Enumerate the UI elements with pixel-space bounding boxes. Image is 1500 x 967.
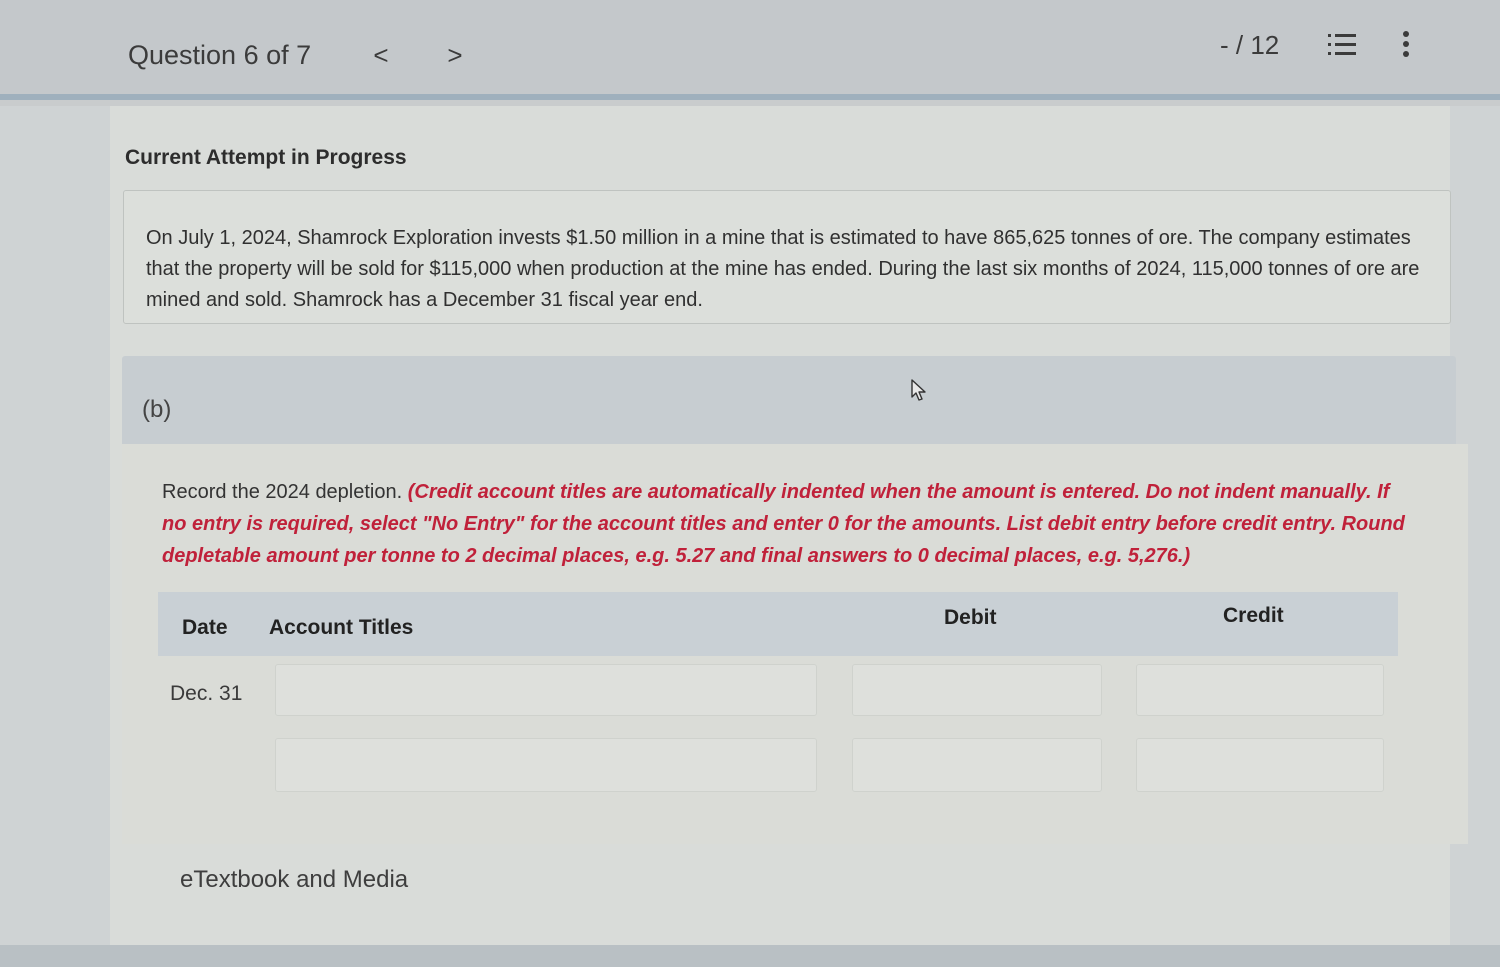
- next-question-button[interactable]: >: [440, 38, 470, 72]
- attempt-status: Current Attempt in Progress: [125, 146, 407, 169]
- part-label: (b): [142, 396, 172, 423]
- list-icon[interactable]: [1326, 30, 1358, 60]
- header-credit: Credit: [1223, 604, 1284, 627]
- instruction-text: Record the 2024 depletion.: [162, 481, 408, 503]
- chevron-left-icon: <: [373, 40, 389, 70]
- question-header: Question 6 of 7 < > - / 12: [0, 0, 1500, 100]
- row-2-account-input[interactable]: [275, 738, 817, 792]
- row-1-date: Dec. 31: [170, 682, 243, 705]
- row-1-debit-input[interactable]: [852, 664, 1102, 716]
- row-2-debit-input[interactable]: [852, 738, 1102, 792]
- problem-statement-box: On July 1, 2024, Shamrock Exploration in…: [123, 190, 1451, 324]
- part-instructions: Record the 2024 depletion. (Credit accou…: [162, 476, 1412, 572]
- part-header: (b): [122, 356, 1456, 444]
- header-date: Date: [182, 616, 228, 639]
- row-1-account-input[interactable]: [275, 664, 817, 716]
- mouse-cursor-icon: [911, 379, 926, 401]
- previous-question-button[interactable]: <: [366, 38, 396, 72]
- question-counter: Question 6 of 7: [128, 40, 312, 70]
- journal-table-header: Date Account Titles Debit Credit: [158, 592, 1398, 656]
- more-vertical-icon[interactable]: [1394, 28, 1418, 60]
- taskbar: [0, 945, 1500, 967]
- row-1-credit-input[interactable]: [1136, 664, 1384, 716]
- chevron-right-icon: >: [447, 40, 463, 70]
- problem-text: On July 1, 2024, Shamrock Exploration in…: [146, 227, 1420, 311]
- etextbook-media-link[interactable]: eTextbook and Media: [180, 866, 408, 894]
- row-2-credit-input[interactable]: [1136, 738, 1384, 792]
- score-display: - / 12: [1220, 30, 1280, 60]
- header-debit: Debit: [944, 606, 997, 629]
- header-account-titles: Account Titles: [269, 616, 414, 639]
